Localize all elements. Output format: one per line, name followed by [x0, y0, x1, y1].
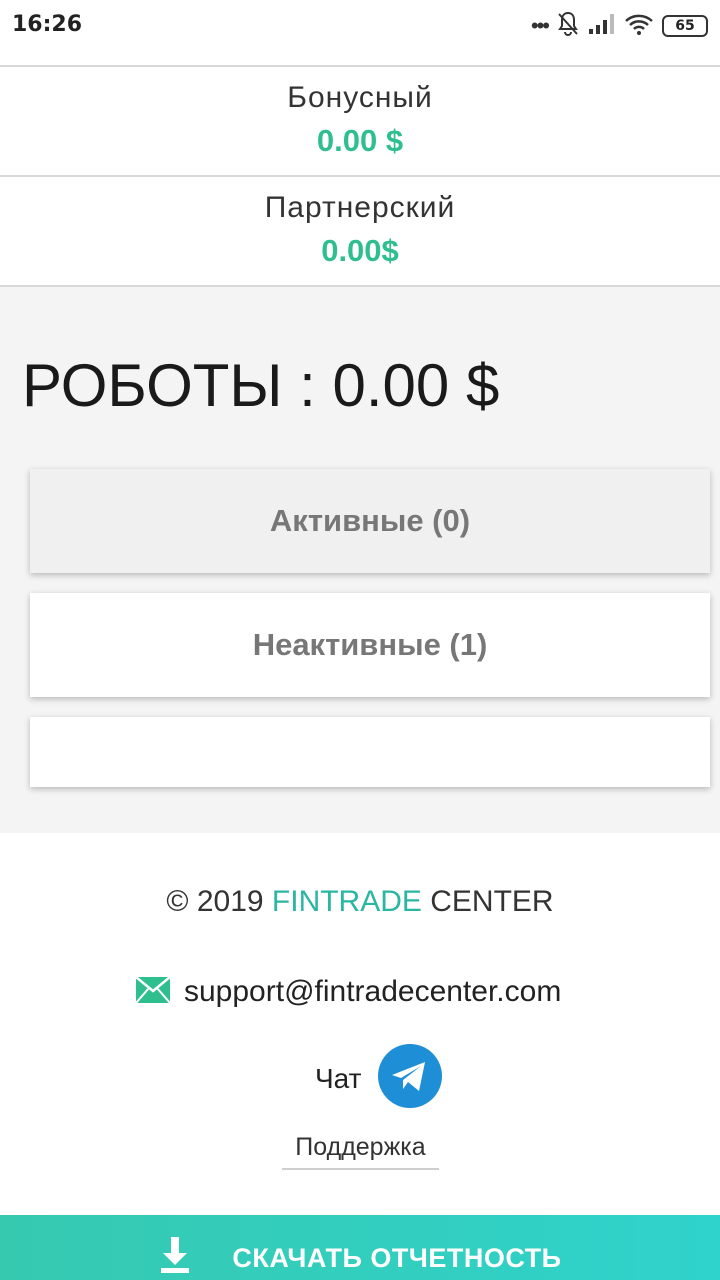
tab-active-robots[interactable]: Активные (0) — [30, 469, 710, 573]
chat-row: Чат — [315, 1043, 443, 1114]
status-icons: ••• 65 — [530, 11, 708, 42]
tab-empty-card[interactable] — [30, 717, 710, 787]
copyright: © 2019 FINTRADE CENTER — [0, 885, 720, 919]
partner-balance-row: Партнерский 0.00$ — [0, 177, 720, 287]
partner-value: 0.00$ — [321, 233, 399, 268]
download-icon — [158, 1233, 192, 1278]
download-report-button[interactable]: СКАЧАТЬ ОТЧЕТНОСТЬ — [0, 1215, 720, 1280]
tab-inactive-label: Неактивные (1) — [252, 627, 488, 662]
robots-title: РОБОТЫ : 0.00 $ — [22, 352, 500, 419]
support-link[interactable]: Поддержка — [282, 1133, 439, 1170]
email-row[interactable]: support@fintradecenter.com — [135, 975, 561, 1009]
brand-rest: CENTER — [421, 885, 554, 918]
partner-label: Партнерский — [264, 191, 456, 224]
battery-icon: 65 — [662, 15, 708, 37]
download-label: СКАЧАТЬ ОТЧЕТНОСТЬ — [232, 1243, 562, 1273]
bonus-label: Бонусный — [287, 81, 433, 114]
support-email[interactable]: support@fintradecenter.com — [184, 975, 561, 1009]
telegram-icon[interactable] — [377, 1043, 443, 1114]
robots-section: РОБОТЫ : 0.00 $ Активные (0) Неактивные … — [0, 287, 720, 833]
tab-active-label: Активные (0) — [269, 503, 471, 538]
brand-accent: FINTRADE — [271, 885, 422, 918]
envelope-icon — [135, 975, 171, 1008]
status-bar: 16:26 ••• 65 — [0, 0, 720, 52]
more-dots-icon: ••• — [530, 13, 550, 38]
copyright-prefix: © 2019 — [166, 885, 272, 918]
bonus-balance-row: Бонусный 0.00 $ — [0, 67, 720, 177]
chat-label: Чат — [315, 1062, 362, 1094]
signal-icon — [588, 13, 616, 40]
wifi-icon — [624, 13, 654, 40]
tab-inactive-robots[interactable]: Неактивные (1) — [30, 593, 710, 697]
status-time: 16:26 — [12, 12, 83, 37]
bonus-value: 0.00 $ — [316, 123, 404, 158]
footer: © 2019 FINTRADE CENTER support@fintradec… — [0, 833, 720, 1215]
bell-muted-icon — [556, 11, 580, 42]
